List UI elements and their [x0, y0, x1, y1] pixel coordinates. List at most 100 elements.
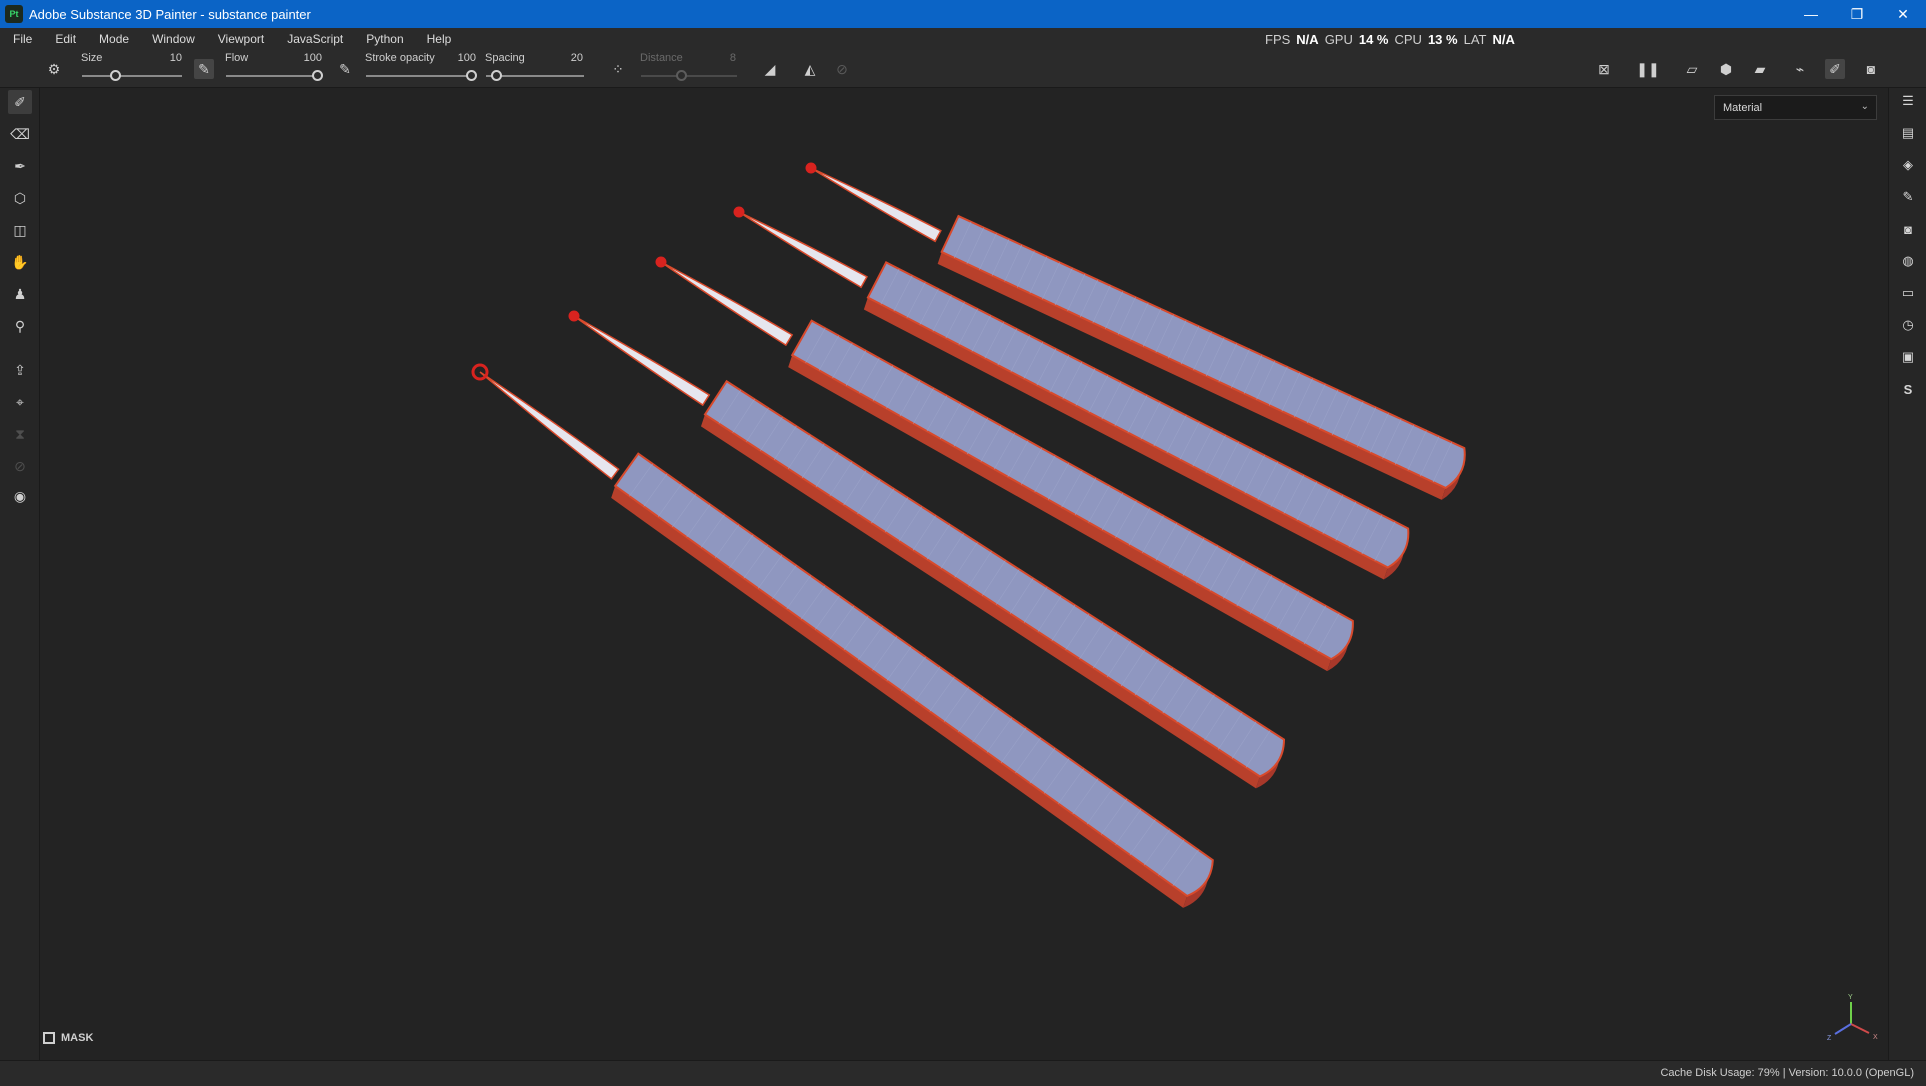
distance-slider	[641, 75, 737, 77]
lazy-mouse-icon[interactable]: ⁘	[608, 59, 628, 79]
hide-icon[interactable]: ⊠	[1594, 59, 1614, 79]
mask-checkbox[interactable]	[43, 1032, 55, 1044]
polygon-fill-icon[interactable]: ◫	[8, 218, 32, 242]
size-pressure-icon[interactable]: ✎	[194, 59, 214, 79]
paint-mode-icon[interactable]: ✐	[1825, 59, 1845, 79]
status-text: Cache Disk Usage: 79% | Version: 10.0.0 …	[1660, 1067, 1914, 1079]
app-window: Pt Adobe Substance 3D Painter - substanc…	[0, 0, 1926, 1086]
spacing-label: Spacing	[485, 52, 525, 64]
close-button[interactable]: ✕	[1880, 0, 1926, 28]
history-icon[interactable]: ◷	[1897, 314, 1919, 336]
transform-icon[interactable]: ⌖	[8, 390, 32, 414]
spacing-value[interactable]: 20	[561, 52, 583, 64]
record-icon[interactable]: ◉	[8, 484, 32, 508]
view-mode-icon[interactable]: ▱	[1682, 59, 1702, 79]
menu-help[interactable]: Help	[414, 32, 462, 46]
gpu-label: GPU	[1324, 31, 1353, 47]
left-tool-strip: ✐ ⌫ ✒ ⬡ ◫ ✋ ♟ ⚲ ⇪ ⌖ ⧗ ⊘ ◉	[0, 88, 40, 1060]
axis-x-label: X	[1873, 1034, 1878, 1041]
menu-window[interactable]: Window	[139, 32, 205, 46]
minimize-button[interactable]: —	[1788, 0, 1834, 28]
performance-readout: FPS N/A GPU 14 % CPU 13 % LAT N/A	[1265, 28, 1515, 50]
symmetry-icon[interactable]: ◭	[800, 59, 820, 79]
lat-label: LAT	[1463, 31, 1487, 47]
layers-icon[interactable]: ◈	[1897, 154, 1919, 176]
axis-y-label: Y	[1848, 994, 1853, 1001]
fps-label: FPS	[1265, 31, 1291, 47]
symmetry-plane-icon[interactable]: ⌁	[1790, 59, 1810, 79]
clone-icon[interactable]: ♟	[8, 282, 32, 306]
lat-value: N/A	[1492, 31, 1515, 47]
alignment-icon[interactable]: ◢	[760, 59, 780, 79]
cube-view-icon[interactable]: ⬢	[1716, 59, 1736, 79]
flow-slider-handle[interactable]	[312, 70, 323, 81]
eraser-icon[interactable]: ⌫	[8, 122, 32, 146]
3d-viewport[interactable]: Y X Z Material ⌄ MASK	[41, 88, 1887, 1058]
viewport-scene[interactable]: Y X Z	[41, 88, 1887, 1058]
gpu-value: 14 %	[1358, 31, 1389, 47]
smudge-icon[interactable]: ✋	[8, 250, 32, 274]
stroke-opacity-value[interactable]: 100	[450, 52, 476, 64]
cpu-value: 13 %	[1427, 31, 1458, 47]
distance-slider-handle	[676, 70, 687, 81]
title-bar: Pt Adobe Substance 3D Painter - substanc…	[0, 0, 1926, 28]
mask-toggle[interactable]: MASK	[43, 1032, 93, 1044]
mesh-icon: ⧗	[15, 425, 25, 442]
distance-value: 8	[729, 52, 736, 64]
tool-properties-bar: ⚙ Size 10 ✎ Flow 100 ✎ Stroke opacity 10…	[0, 50, 1926, 88]
menu-python[interactable]: Python	[353, 32, 413, 46]
menu-file[interactable]: File	[0, 32, 42, 46]
window-title: Adobe Substance 3D Painter - substance p…	[29, 6, 311, 22]
app-logo-icon: Pt	[5, 5, 23, 23]
menu-javascript[interactable]: JavaScript	[274, 32, 353, 46]
distance-label: Distance	[640, 52, 683, 64]
axis-z-label: Z	[1827, 1035, 1832, 1042]
bake-icon[interactable]: ⇪	[8, 358, 32, 382]
properties-icon[interactable]: ✎	[1897, 186, 1919, 208]
assets-icon[interactable]: ▭	[1897, 282, 1919, 304]
mask-label: MASK	[61, 1032, 94, 1044]
pause-icon[interactable]: ❚❚	[1636, 59, 1659, 79]
size-value[interactable]: 10	[160, 52, 182, 64]
log-icon[interactable]: ▣	[1897, 346, 1919, 368]
axis-gizmo: Y X Z	[1827, 994, 1878, 1042]
chevron-down-icon: ⌄	[1860, 101, 1869, 112]
menu-mode[interactable]: Mode	[86, 32, 139, 46]
menu-edit[interactable]: Edit	[42, 32, 86, 46]
flow-value[interactable]: 100	[296, 52, 322, 64]
texture-set-settings-icon[interactable]: ▤	[1897, 122, 1919, 144]
cpu-label: CPU	[1394, 31, 1422, 47]
flow-slider[interactable]	[226, 75, 322, 77]
brush-preset-icon[interactable]: ⚙	[44, 59, 64, 79]
display-settings-icon[interactable]: ◙	[1897, 218, 1919, 240]
viewport-channel-value: Material	[1723, 101, 1763, 114]
status-bar: Cache Disk Usage: 79% | Version: 10.0.0 …	[0, 1060, 1926, 1086]
color-picker-icon[interactable]: ⚲	[8, 314, 32, 338]
spacing-slider-handle[interactable]	[491, 70, 502, 81]
flow-pressure-icon[interactable]: ✎	[335, 59, 355, 79]
restore-button[interactable]: ❐	[1834, 0, 1880, 28]
size-slider-handle[interactable]	[110, 70, 121, 81]
substance-icon[interactable]: S	[1897, 378, 1919, 400]
flow-label: Flow	[225, 52, 249, 64]
mesh-tools	[471, 162, 1466, 908]
viewport-channel-select[interactable]: Material ⌄	[1714, 95, 1877, 120]
size-label: Size	[81, 52, 103, 64]
shader-settings-icon[interactable]: ◍	[1897, 250, 1919, 272]
paint-brush-icon[interactable]: ✐	[8, 90, 32, 114]
projection-icon[interactable]: ✒	[8, 154, 32, 178]
stroke-opacity-slider-handle[interactable]	[466, 70, 477, 81]
symmetry-settings-icon: ⊘	[836, 60, 848, 77]
texture-set-list-icon[interactable]: ☰	[1897, 90, 1919, 112]
size-slider[interactable]	[82, 75, 182, 77]
stroke-opacity-slider[interactable]	[366, 75, 476, 77]
menu-bar: File Edit Mode Window Viewport JavaScrip…	[0, 28, 1926, 50]
fps-value: N/A	[1296, 31, 1319, 47]
camera-icon[interactable]: ▰	[1750, 59, 1770, 79]
uv-icon: ⊘	[14, 457, 26, 474]
menu-viewport[interactable]: Viewport	[205, 32, 274, 46]
screenshot-icon[interactable]: ◙	[1861, 59, 1881, 79]
geometry-fill-icon[interactable]: ⬡	[8, 186, 32, 210]
window-controls: — ❐ ✕	[1788, 0, 1926, 28]
right-panel-strip: ☰ ▤ ◈ ✎ ◙ ◍ ▭ ◷ ▣ S	[1888, 88, 1926, 1060]
